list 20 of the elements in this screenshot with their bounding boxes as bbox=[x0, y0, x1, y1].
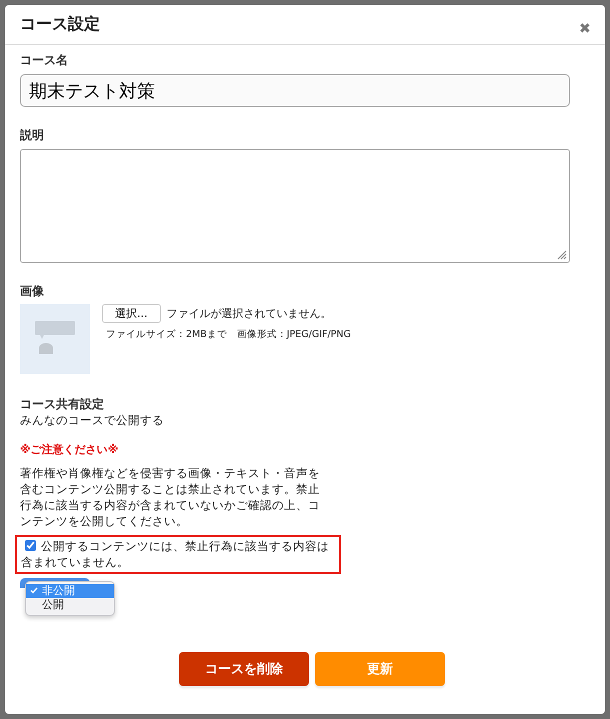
notice-text: 著作権や肖像権などを侵害する画像・テキスト・音声を含むコンテンツ公開することは禁止されています。禁止行為に該当する内容が含まれていないかご確認の上、コンテンツを公開してください。 bbox=[20, 465, 321, 530]
file-hint: ファイルサイズ：2MBまで 画像形式：JPEG/GIF/PNG bbox=[106, 328, 351, 341]
check-icon bbox=[30, 587, 38, 594]
resize-grip-icon[interactable] bbox=[557, 250, 567, 260]
notice-heading: ※ご注意ください※ bbox=[20, 442, 120, 457]
sharing-text: みんなのコースで公開する bbox=[20, 413, 165, 428]
choose-file-button[interactable]: 選択... bbox=[102, 304, 160, 323]
close-button[interactable]: ✖ bbox=[579, 20, 591, 36]
menu-option[interactable]: 公開 bbox=[26, 598, 114, 612]
section-label: コース共有設定 bbox=[20, 396, 105, 413]
dialog-title: コース設定 bbox=[20, 14, 100, 34]
name-field[interactable]: 期末テスト対策 bbox=[20, 74, 570, 107]
field-label: 画像 bbox=[20, 283, 45, 300]
file-status: ファイルが選択されていません。 bbox=[166, 306, 332, 321]
delete-button[interactable]: コースを削除 bbox=[179, 652, 309, 686]
description-field[interactable] bbox=[20, 149, 570, 263]
confirm-checkbox[interactable]: 公開するコンテンツには、禁止行為に該当する内容は含まれていません。 bbox=[21, 538, 335, 571]
field-label: コース名 bbox=[20, 52, 69, 69]
checkbox[interactable] bbox=[25, 540, 36, 552]
field-label: 説明 bbox=[20, 127, 45, 144]
